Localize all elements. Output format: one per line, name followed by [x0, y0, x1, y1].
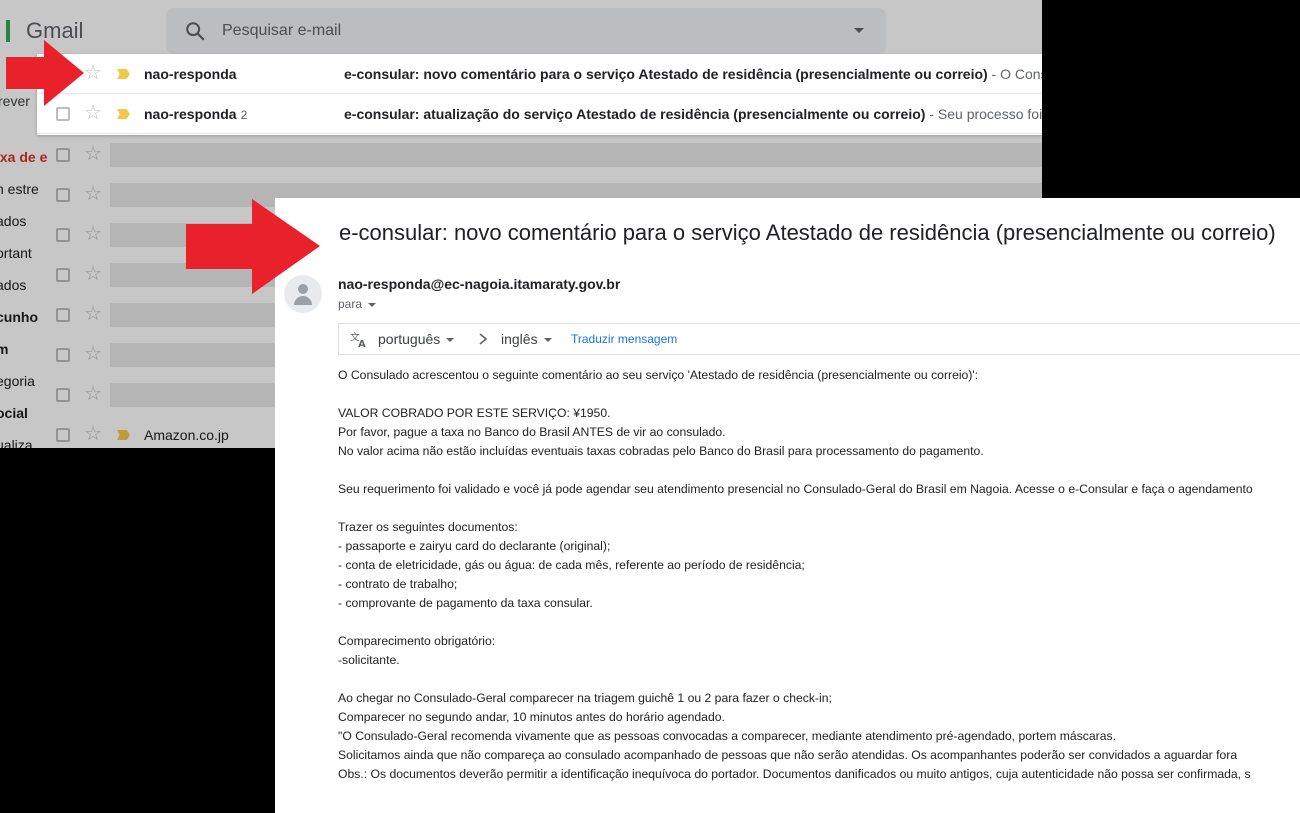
email-body-line: No valor acima não estão incluídas event… [338, 444, 984, 458]
email-row-new-comment[interactable]: ☆ nao-responda e-consular: novo comentár… [37, 54, 1042, 94]
row-checkbox[interactable] [56, 148, 70, 162]
sender-email[interactable]: nao-responda@ec-nagoia.itamaraty.gov.br [338, 276, 620, 292]
email-row-update[interactable]: ☆ nao-responda 2 e-consular: atualização … [37, 94, 1042, 134]
star-icon[interactable]: ☆ [84, 424, 102, 444]
email-body-line: Ao chegar no Consulado-Geral comparecer … [338, 691, 832, 705]
source-language-select[interactable]: português [378, 331, 455, 347]
email-body-line: Obs.: Os documentos deverão permitir a i… [338, 767, 1251, 781]
sidebar-item-updates[interactable]: ualiza [0, 437, 33, 448]
search-options-dropdown-icon[interactable] [854, 28, 864, 33]
search-icon[interactable] [184, 20, 206, 42]
star-icon[interactable]: ☆ [84, 103, 102, 123]
sidebar-item-social[interactable]: ocial [0, 405, 28, 421]
chevron-down-icon [446, 338, 455, 343]
chevron-down-icon [543, 338, 552, 343]
email-body-line [338, 385, 1300, 404]
email-body-line: -solicitante. [338, 653, 400, 667]
star-icon[interactable]: ☆ [84, 304, 102, 324]
search-box[interactable] [166, 8, 886, 54]
star-icon[interactable]: ☆ [84, 184, 102, 204]
sidebar-item-starred[interactable]: n estre [0, 181, 39, 197]
translate-icon: 文 A [350, 331, 366, 348]
email-body-line: Comparecer no segundo andar, 10 minutos … [338, 710, 725, 724]
thread-count: 2 [240, 108, 248, 122]
search-input[interactable] [222, 8, 782, 54]
sidebar-item-categories[interactable]: egoria [0, 373, 35, 389]
star-icon[interactable]: ☆ [84, 264, 102, 284]
gmail-header: Gmail [0, 0, 1042, 60]
email-body-line: - passaporte e zairyu card do declarante… [338, 539, 611, 553]
email-body-line: VALOR COBRADO POR ESTE SERVIÇO: ¥1950. [338, 406, 611, 420]
recipient-details-toggle[interactable]: para [338, 297, 377, 311]
star-icon[interactable]: ☆ [84, 384, 102, 404]
row-sender: Amazon.co.jp [144, 427, 229, 443]
sidebar-item-important[interactable]: ortant [0, 245, 32, 261]
star-icon[interactable]: ☆ [84, 144, 102, 164]
recipient-label: para [338, 297, 363, 311]
row-checkbox[interactable] [56, 228, 70, 242]
row-snippet: - Seu processo foi re [929, 106, 1042, 122]
row-checkbox[interactable] [56, 107, 70, 121]
target-language-label: inglês [501, 331, 538, 347]
email-body-line: Trazer os seguintes documentos: [338, 520, 518, 534]
star-icon[interactable]: ☆ [84, 344, 102, 364]
important-marker-icon[interactable] [117, 430, 130, 440]
translate-bar: 文 A português inglês Traduzir mensagem [338, 323, 1300, 355]
redacted-row [110, 143, 1042, 167]
email-body-line: Por favor, pague a taxa no Banco do Bras… [338, 425, 726, 439]
chevron-right-icon [479, 333, 488, 345]
target-language-select[interactable]: inglês [501, 331, 552, 347]
row-checkbox[interactable] [56, 308, 70, 322]
email-body-line: Solicitamos ainda que não compareça ao c… [338, 748, 1238, 762]
row-checkbox[interactable] [56, 268, 70, 282]
row-subject-text: e-consular: novo comentário para o servi… [344, 66, 988, 82]
svg-text:A: A [358, 339, 366, 348]
row-checkbox[interactable] [56, 428, 70, 442]
email-body-line: Seu requerimento foi validado e você já … [338, 482, 1253, 496]
email-body-line: O Consulado acrescentou o seguinte comen… [338, 368, 979, 382]
row-sender-name: nao-responda [144, 106, 237, 122]
row-snippet: - O Consula [991, 66, 1042, 82]
email-body-line: - contrato de trabalho; [338, 577, 458, 591]
email-body-line: - comprovante de pagamento da taxa consu… [338, 596, 593, 610]
email-subject: e-consular: novo comentário para o servi… [339, 220, 1276, 245]
row-subject: e-consular: atualização do serviço Atest… [344, 106, 1042, 122]
row-subject-text: e-consular: atualização do serviço Atest… [344, 106, 926, 122]
email-body: O Consulado acrescentou o seguinte comen… [338, 366, 1300, 784]
email-body-line: "O Consulado-Geral recomenda vivamente q… [338, 729, 1116, 743]
email-view-panel: e-consular: novo comentário para o servi… [275, 198, 1300, 813]
row-sender: nao-responda 2 [144, 106, 247, 122]
row-checkbox[interactable] [56, 348, 70, 362]
annotation-arrow-icon [6, 40, 84, 106]
recipient-dropdown-icon[interactable] [368, 302, 377, 307]
sidebar-item-snoozed[interactable]: ados [0, 213, 26, 229]
star-icon[interactable]: ☆ [84, 224, 102, 244]
email-row-hidden[interactable]: ☆ [37, 135, 1042, 175]
row-subject: e-consular: novo comentário para o servi… [344, 66, 1042, 82]
sidebar-item-spam[interactable]: m [0, 341, 8, 357]
star-icon[interactable]: ☆ [84, 63, 102, 83]
row-checkbox[interactable] [56, 388, 70, 402]
email-body-line [338, 670, 1300, 689]
row-sender: nao-responda [144, 66, 237, 82]
translate-message-link[interactable]: Traduzir mensagem [571, 332, 677, 346]
annotation-arrow-icon [186, 199, 320, 294]
gmail-logo-icon[interactable] [0, 20, 10, 42]
source-language-label: português [378, 331, 441, 347]
important-marker-icon[interactable] [117, 109, 130, 119]
email-body-line [338, 461, 1300, 480]
email-body-line [338, 613, 1300, 632]
sidebar-item-sent[interactable]: ados [0, 277, 26, 293]
email-body-line [338, 499, 1300, 518]
email-body-line: Comparecimento obrigatório: [338, 634, 496, 648]
important-marker-icon[interactable] [117, 69, 130, 79]
email-body-line: - conta de eletricidade, gás ou água: de… [338, 558, 805, 572]
sidebar-item-drafts[interactable]: cunho [0, 309, 38, 325]
row-checkbox[interactable] [56, 188, 70, 202]
